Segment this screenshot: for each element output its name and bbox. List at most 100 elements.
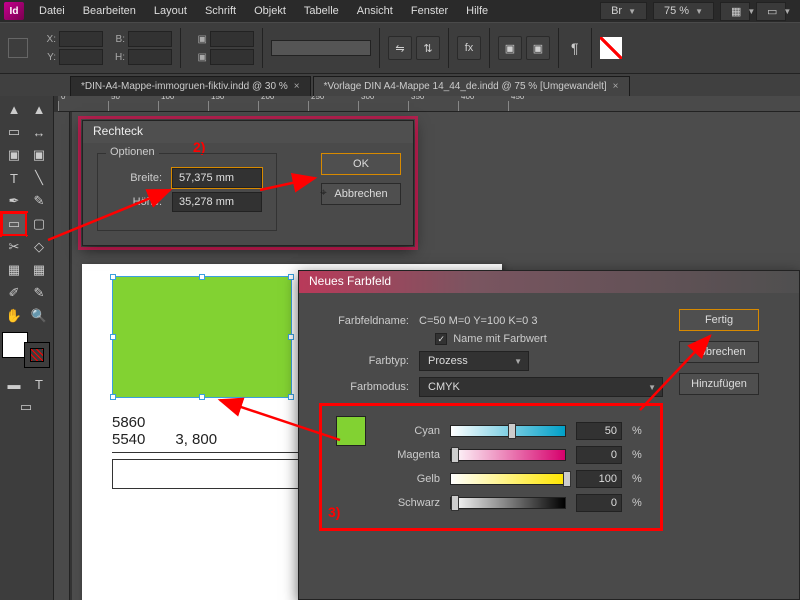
vertical-ruler [54, 112, 70, 600]
menu-datei[interactable]: Datei [30, 2, 74, 20]
hand-tool[interactable]: ✋ [2, 305, 26, 327]
black-label: Schwarz [380, 497, 440, 509]
sketch-text: 5860 55403, 800 [112, 414, 312, 489]
y-field[interactable] [59, 49, 103, 65]
view-mode-icon[interactable]: ▭ [2, 396, 50, 418]
color-preview-swatch [336, 416, 366, 446]
text-wrap-icon-2[interactable]: ▣ [526, 36, 550, 60]
toolbox: ▲ ▲ ▭ ↔ ▣ ▣ T ╲ ✒ ✎ ▭ ▢ ✂ ◇ ▦ ▦ ✐ ✎ ✋ 🔍 … [0, 96, 54, 600]
menu-fenster[interactable]: Fenster [402, 2, 457, 20]
fill-swatch[interactable] [600, 37, 622, 59]
content-placer-tool[interactable]: ▣ [27, 144, 51, 166]
name-with-color-checkbox[interactable]: ✓Name mit Farbwert [319, 333, 663, 345]
eyedropper-tool[interactable]: ✎ [27, 282, 51, 304]
pencil-tool[interactable]: ✎ [27, 190, 51, 212]
paragraph-icon: ¶ [571, 40, 579, 56]
menu-ansicht[interactable]: Ansicht [348, 2, 402, 20]
magenta-slider[interactable] [450, 449, 566, 461]
menu-schrift[interactable]: Schrift [196, 2, 245, 20]
group-legend: Optionen [106, 146, 159, 158]
note-tool[interactable]: ✐ [2, 282, 26, 304]
close-icon[interactable]: × [613, 81, 619, 92]
swatch-name-label: Farbfeldname: [319, 315, 409, 327]
apply-gradient-icon[interactable]: T [27, 373, 51, 395]
scale-x-field[interactable] [210, 31, 254, 47]
new-swatch-dialog: Neues Farbfeld Farbfeldname: C=50 M=0 Y=… [298, 270, 800, 600]
width-label: Breite: [112, 172, 162, 184]
ok-button[interactable]: OK [321, 153, 401, 175]
pen-tool[interactable]: ✒ [2, 190, 26, 212]
screen-mode-dropdown[interactable]: ▦▼ [720, 2, 750, 21]
cmyk-group: Cyan % Magenta % Gelb % [319, 403, 663, 531]
page-tool[interactable]: ▭ [2, 121, 26, 143]
arrange-dropdown[interactable]: ▭▼ [756, 2, 786, 21]
cyan-value[interactable] [576, 422, 622, 440]
height-input[interactable] [172, 192, 262, 212]
bridge-button[interactable]: Br▼ [600, 2, 647, 20]
menu-layout[interactable]: Layout [145, 2, 196, 20]
effects-icon[interactable]: fx [457, 36, 481, 60]
rectangle-tool[interactable]: ▢ [27, 213, 51, 235]
cancel-button[interactable]: Abbrechen [679, 341, 759, 363]
text-wrap-icon[interactable]: ▣ [498, 36, 522, 60]
dialog-title: Rechteck [83, 121, 413, 143]
tab-doc-1[interactable]: *DIN-A4-Mappe-immogruen-fiktiv.indd @ 30… [70, 76, 311, 96]
free-transform-tool[interactable]: ◇ [27, 236, 51, 258]
apply-color-icon[interactable]: ▬ [2, 373, 26, 395]
color-mode-dropdown[interactable]: CMYK [419, 377, 663, 397]
tab-doc-2[interactable]: *Vorlage DIN A4-Mappe 14_44_de.indd @ 75… [313, 76, 630, 96]
direct-selection-tool[interactable]: ▲ [27, 98, 51, 120]
app-icon: Id [4, 2, 24, 20]
horizontal-ruler: 050100150200250300350400450 [58, 96, 800, 112]
fill-stroke-swatch[interactable] [2, 332, 50, 368]
x-field[interactable] [59, 31, 103, 47]
gradient-swatch-tool[interactable]: ▦ [2, 259, 26, 281]
swatch-name-value: C=50 M=0 Y=100 K=0 3 [419, 315, 537, 327]
color-mode-label: Farbmodus: [319, 381, 409, 393]
zoom-tool[interactable]: 🔍 [27, 305, 51, 327]
rectangle-frame-tool[interactable]: ▭ [2, 213, 26, 235]
magenta-label: Magenta [380, 449, 440, 461]
menu-objekt[interactable]: Objekt [245, 2, 295, 20]
color-type-dropdown[interactable]: Prozess [419, 351, 529, 371]
cancel-button[interactable]: Abbrechen [321, 183, 401, 205]
black-value[interactable] [576, 494, 622, 512]
dialog-title: Neues Farbfeld [299, 271, 799, 293]
rectangle-dialog: Rechteck 2) Optionen Breite: Höhe: OK Ab… [82, 120, 414, 246]
color-type-label: Farbtyp: [319, 355, 409, 367]
gradient-feather-tool[interactable]: ▦ [27, 259, 51, 281]
width-input[interactable] [172, 168, 262, 188]
yellow-value[interactable] [576, 470, 622, 488]
zoom-dropdown[interactable]: 75 %▼ [653, 2, 714, 20]
scissors-tool[interactable]: ✂ [2, 236, 26, 258]
yellow-slider[interactable] [450, 473, 566, 485]
cyan-slider[interactable] [450, 425, 566, 437]
menu-bearbeiten[interactable]: Bearbeiten [74, 2, 145, 20]
menu-hilfe[interactable]: Hilfe [457, 2, 497, 20]
cyan-label: Cyan [380, 425, 440, 437]
black-slider[interactable] [450, 497, 566, 509]
height-label: Höhe: [112, 196, 162, 208]
content-collector-tool[interactable]: ▣ [2, 144, 26, 166]
selection-tool[interactable]: ▲ [2, 98, 26, 120]
line-tool[interactable]: ╲ [27, 167, 51, 189]
main-menubar: Id Datei Bearbeiten Layout Schrift Objek… [0, 0, 800, 22]
flip-v-icon[interactable]: ⇅ [416, 36, 440, 60]
document-tabstrip: *DIN-A4-Mappe-immogruen-fiktiv.indd @ 30… [0, 74, 800, 96]
menu-tabelle[interactable]: Tabelle [295, 2, 348, 20]
add-button[interactable]: Hinzufügen [679, 373, 759, 395]
done-button[interactable]: Fertig [679, 309, 759, 331]
stroke-style-dropdown[interactable] [271, 40, 371, 56]
yellow-label: Gelb [380, 473, 440, 485]
gap-tool[interactable]: ↔ [27, 121, 51, 143]
scale-y-field[interactable] [210, 49, 254, 65]
green-rectangle[interactable] [112, 276, 292, 398]
h-field[interactable] [128, 49, 172, 65]
close-icon[interactable]: × [294, 81, 300, 92]
type-tool[interactable]: T [2, 167, 26, 189]
w-field[interactable] [128, 31, 172, 47]
ref-point-grid[interactable] [8, 38, 28, 58]
annotation-3: 3) [328, 504, 340, 520]
magenta-value[interactable] [576, 446, 622, 464]
flip-h-icon[interactable]: ⇋ [388, 36, 412, 60]
